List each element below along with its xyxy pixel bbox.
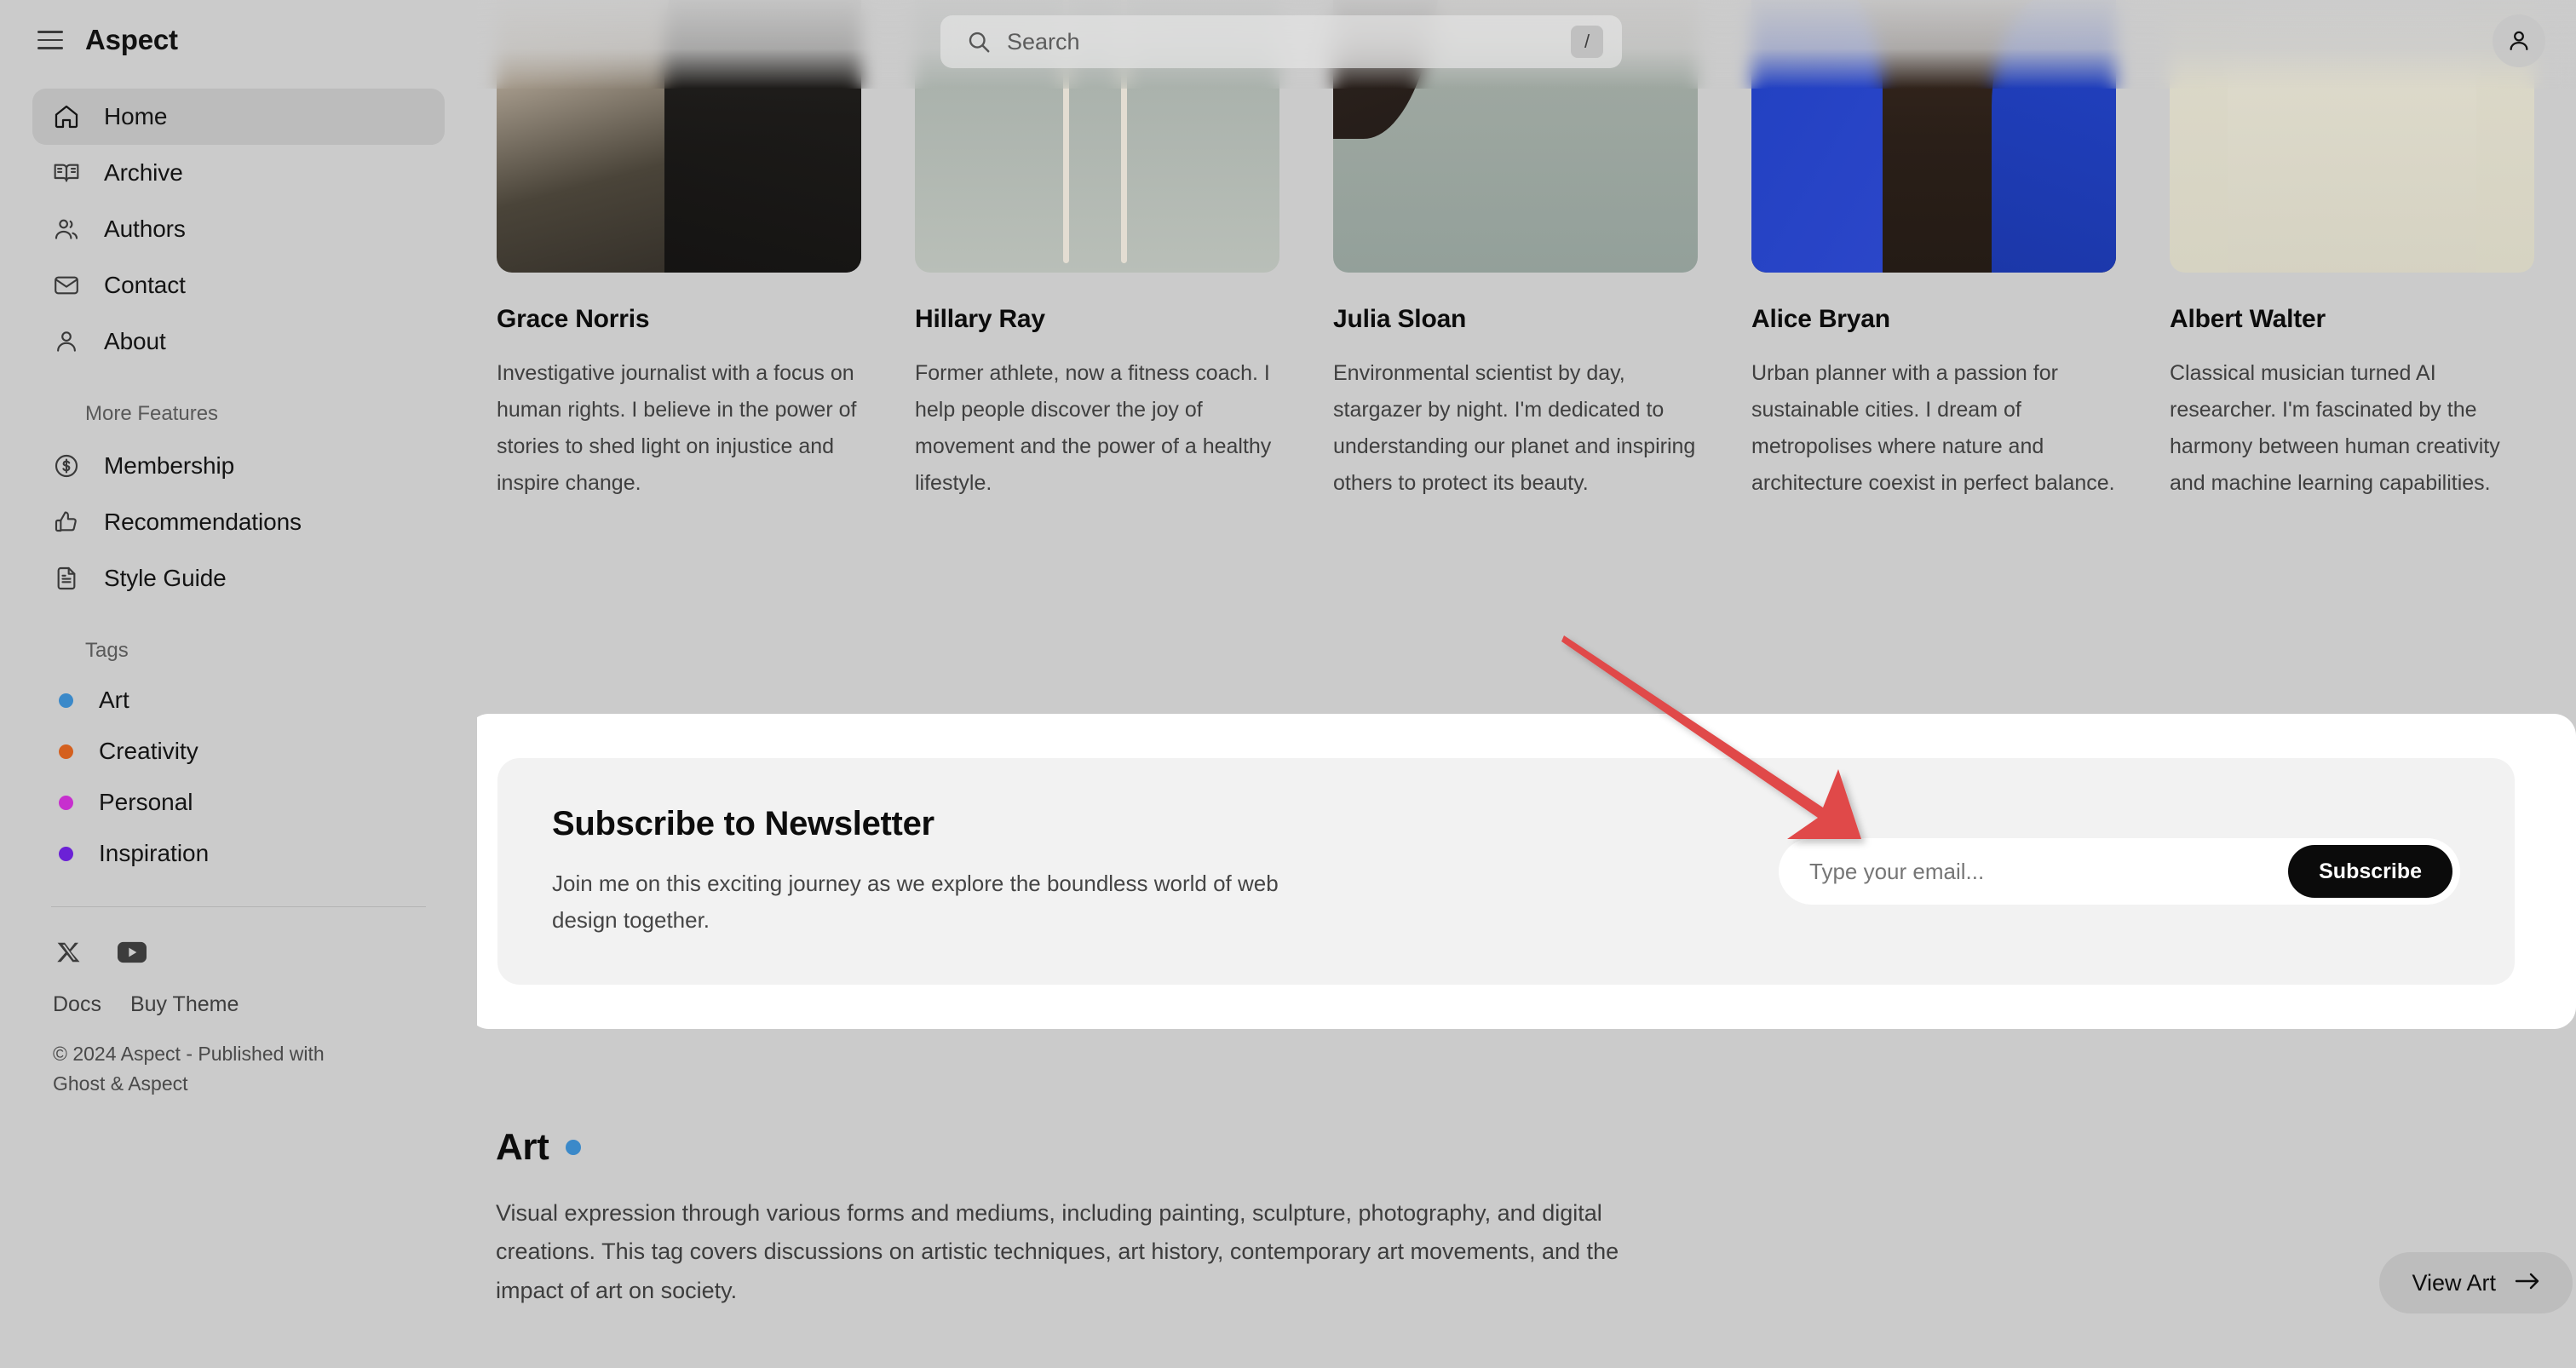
person-icon xyxy=(51,326,82,357)
tag-color-dot xyxy=(59,846,73,861)
author-card[interactable]: Hillary Ray Former athlete, now a fitnes… xyxy=(915,0,1279,502)
document-icon xyxy=(51,563,82,594)
sidebar-tag-creativity[interactable]: Creativity xyxy=(32,726,445,777)
home-icon xyxy=(51,101,82,132)
newsletter-copy: Subscribe to Newsletter Join me on this … xyxy=(552,805,1319,937)
author-name: Alice Bryan xyxy=(1751,305,1890,333)
sidebar-tag-personal[interactable]: Personal xyxy=(32,777,445,828)
tag-color-dot xyxy=(59,693,73,708)
sidebar-item-label: Recommendations xyxy=(104,509,302,535)
sidebar-item-membership[interactable]: Membership xyxy=(32,438,445,494)
view-art-button[interactable]: View Art xyxy=(2379,1252,2573,1313)
account-avatar-button[interactable] xyxy=(2493,14,2545,67)
primary-nav: Home Archive Authors Contact About More … xyxy=(0,89,477,879)
newsletter-inner-panel: Subscribe to Newsletter Join me on this … xyxy=(497,758,2515,985)
sidebar-tag-label: Inspiration xyxy=(99,840,210,866)
thumbs-up-icon xyxy=(51,507,82,537)
sidebar-item-authors[interactable]: Authors xyxy=(32,201,445,257)
newsletter-card: Subscribe to Newsletter Join me on this … xyxy=(467,714,2576,1029)
author-name: Julia Sloan xyxy=(1333,305,1467,333)
author-card[interactable]: Alice Bryan Urban planner with a passion… xyxy=(1751,0,2116,502)
sidebar-item-archive[interactable]: Archive xyxy=(32,145,445,201)
sidebar-item-label: Authors xyxy=(104,216,186,242)
sidebar-item-label: Contact xyxy=(104,272,186,298)
app-root: Grace Norris Investigative journalist wi… xyxy=(0,0,2576,1368)
docs-link[interactable]: Docs xyxy=(53,992,101,1017)
author-card[interactable]: Grace Norris Investigative journalist wi… xyxy=(497,0,861,502)
sidebar-tag-inspiration[interactable]: Inspiration xyxy=(32,828,445,879)
sidebar-tag-art[interactable]: Art xyxy=(32,675,445,726)
author-name: Albert Walter xyxy=(2170,305,2326,333)
hamburger-icon[interactable] xyxy=(37,31,63,49)
newsletter-title: Subscribe to Newsletter xyxy=(552,805,934,843)
sidebar-item-about[interactable]: About xyxy=(32,313,445,370)
tag-color-dot xyxy=(59,744,73,759)
author-card[interactable]: Albert Walter Classical musician turned … xyxy=(2170,0,2534,502)
buy-theme-link[interactable]: Buy Theme xyxy=(130,992,239,1017)
users-icon xyxy=(51,214,82,244)
newsletter-form: Subscribe xyxy=(1779,838,2460,905)
sidebar-item-home[interactable]: Home xyxy=(32,89,445,145)
search-icon xyxy=(966,29,992,55)
book-open-icon xyxy=(51,158,82,188)
sidebar-tag-label: Creativity xyxy=(99,738,198,764)
sidebar-item-label: Style Guide xyxy=(104,565,227,591)
sidebar-item-label: About xyxy=(104,328,166,354)
tag-section-description: Visual expression through various forms … xyxy=(496,1200,1619,1303)
arrow-right-icon xyxy=(2515,1270,2540,1296)
brand-name: Aspect xyxy=(85,24,178,55)
authors-grid: Grace Norris Investigative journalist wi… xyxy=(497,0,2534,502)
sidebar-footer-links: Docs Buy Theme xyxy=(0,967,477,1017)
sidebar-tag-label: Art xyxy=(99,687,129,713)
sidebar-item-style-guide[interactable]: Style Guide xyxy=(32,550,445,606)
sidebar-item-label: Archive xyxy=(104,159,183,186)
more-features-heading: More Features xyxy=(85,402,219,425)
tag-section-title: Art xyxy=(496,1126,549,1168)
subscribe-button[interactable]: Subscribe xyxy=(2288,845,2452,898)
author-bio: Former athlete, now a fitness coach. I h… xyxy=(915,361,1272,495)
author-bio: Classical musician turned AI researcher.… xyxy=(2170,361,2500,495)
author-bio: Environmental scientist by day, stargaze… xyxy=(1333,361,1696,495)
sidebar-tag-label: Personal xyxy=(99,789,193,815)
sidebar: Aspect Home Archive Authors Contact Abou… xyxy=(0,0,477,1368)
author-name: Grace Norris xyxy=(497,305,650,333)
email-input[interactable] xyxy=(1809,858,2289,885)
search-input[interactable]: Search xyxy=(1007,29,1571,55)
view-art-label: View Art xyxy=(2412,1269,2496,1296)
envelope-icon xyxy=(51,270,82,301)
sidebar-item-label: Membership xyxy=(104,452,235,479)
brand-row: Aspect xyxy=(0,0,477,55)
search-shortcut-key: / xyxy=(1571,26,1603,58)
author-card[interactable]: Julia Sloan Environmental scientist by d… xyxy=(1333,0,1698,502)
tags-heading: Tags xyxy=(85,639,129,662)
author-bio: Urban planner with a passion for sustain… xyxy=(1751,361,2115,495)
tag-color-dot xyxy=(566,1140,582,1155)
user-avatar-icon xyxy=(2505,27,2533,55)
sidebar-item-label: Home xyxy=(104,103,168,129)
tag-section-header: Art xyxy=(496,1126,2455,1169)
author-photo[interactable] xyxy=(497,0,861,273)
tag-color-dot xyxy=(59,795,73,810)
author-name: Hillary Ray xyxy=(915,305,1045,333)
author-photo[interactable] xyxy=(1751,0,2116,273)
youtube-icon[interactable] xyxy=(118,938,147,967)
author-photo[interactable] xyxy=(2170,0,2534,273)
search-bar[interactable]: Search / xyxy=(940,15,1622,68)
social-links xyxy=(0,907,477,967)
author-bio: Investigative journalist with a focus on… xyxy=(497,361,857,495)
x-twitter-icon[interactable] xyxy=(55,938,83,967)
sidebar-item-contact[interactable]: Contact xyxy=(32,257,445,313)
copyright-text: © 2024 Aspect - Published with Ghost & A… xyxy=(53,1043,325,1095)
sidebar-item-recommendations[interactable]: Recommendations xyxy=(32,494,445,550)
tag-section: Art Visual expression through various fo… xyxy=(496,1126,2573,1313)
dollar-circle-icon xyxy=(51,451,82,481)
newsletter-subtitle: Join me on this exciting journey as we e… xyxy=(552,871,1279,933)
